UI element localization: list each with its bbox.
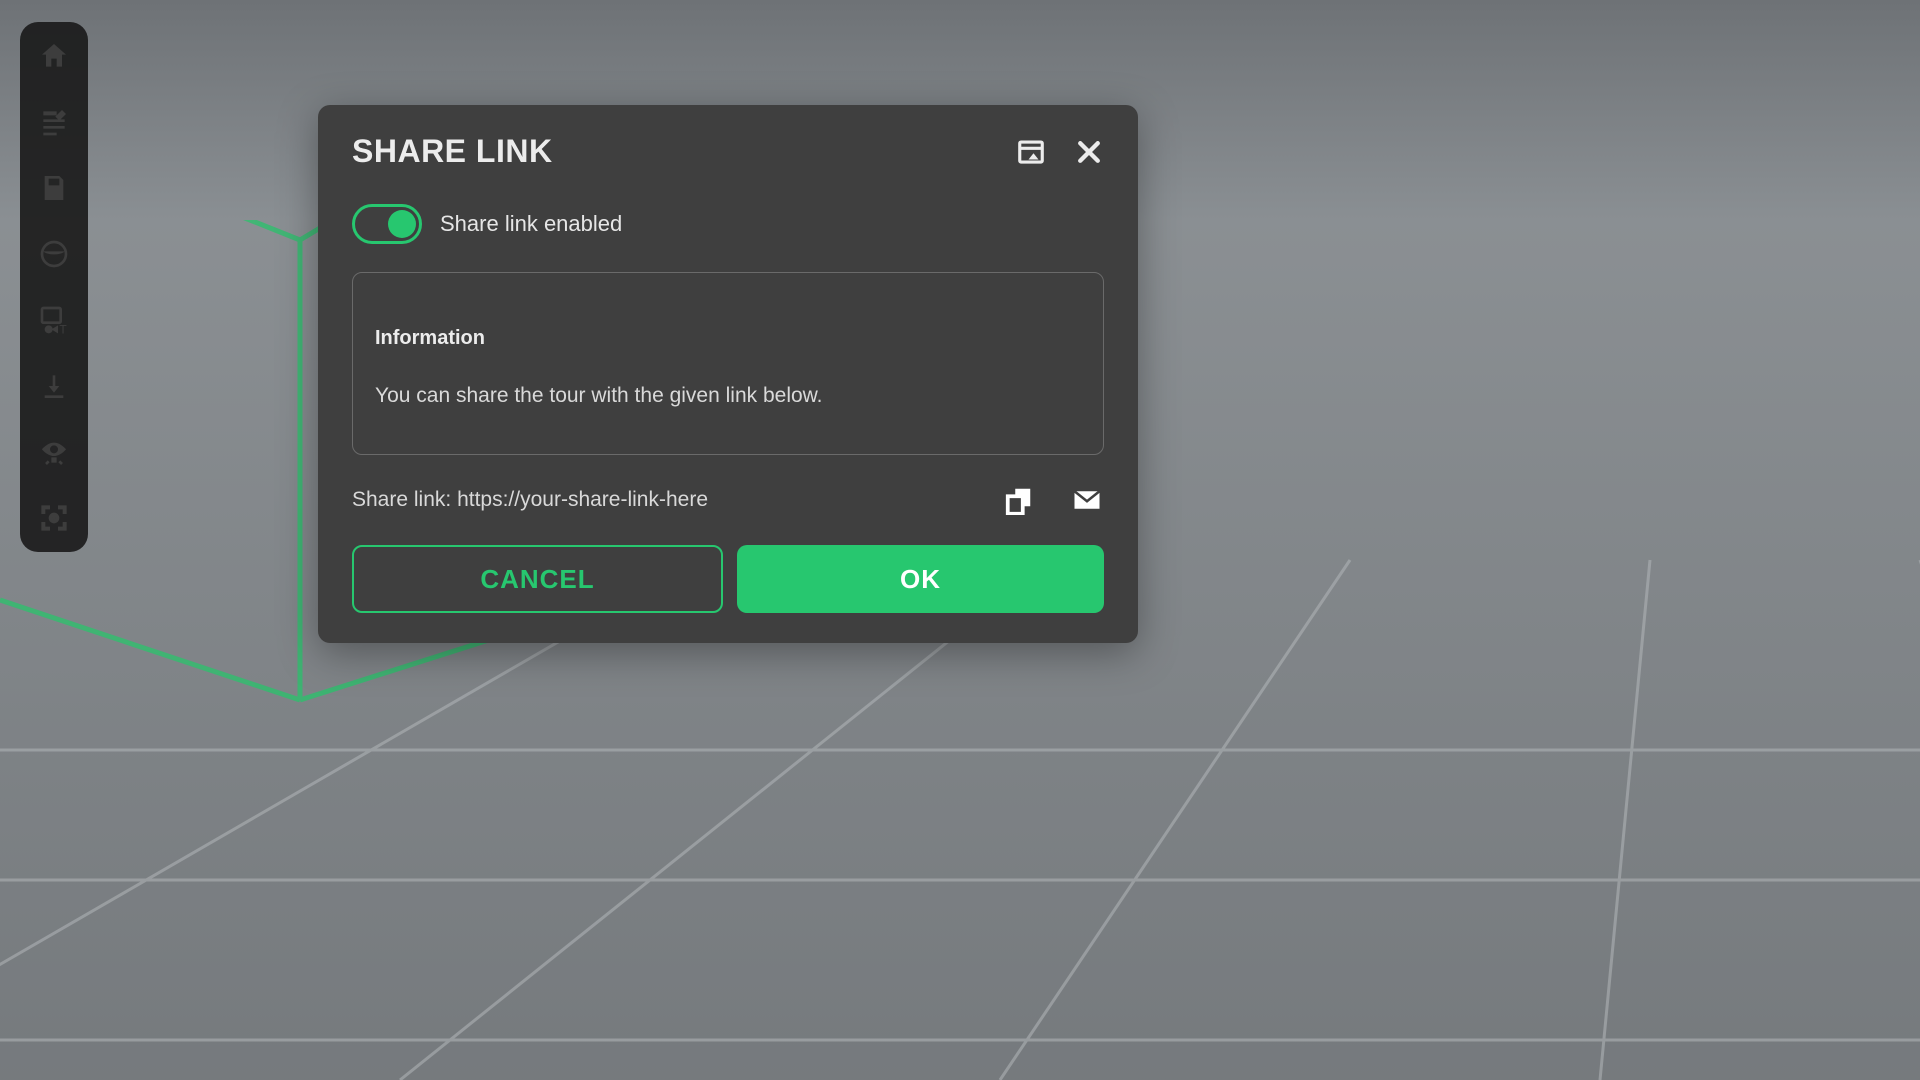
ok-button[interactable]: OK	[737, 545, 1104, 613]
share-link-row: Share link: https://your-share-link-here	[352, 485, 1104, 515]
share-link-actions	[1002, 485, 1104, 515]
media-icon[interactable]: T	[34, 300, 74, 340]
share-link-text: Share link: https://your-share-link-here	[352, 488, 708, 512]
modal-title: SHARE LINK	[352, 133, 553, 170]
share-enabled-row: Share link enabled	[352, 204, 1104, 244]
share-link-modal: SHARE LINK Share link enabled Informatio…	[318, 105, 1138, 643]
close-icon[interactable]	[1074, 137, 1104, 167]
edit-icon[interactable]	[34, 102, 74, 142]
view-icon[interactable]	[34, 432, 74, 472]
modal-button-row: CANCEL OK	[352, 545, 1104, 613]
share-enabled-label: Share link enabled	[440, 211, 622, 237]
info-heading: Information	[375, 327, 1081, 350]
fullscreen-icon[interactable]	[34, 498, 74, 538]
save-icon[interactable]	[34, 168, 74, 208]
modal-header-actions	[1016, 137, 1104, 167]
modal-header: SHARE LINK	[352, 133, 1104, 170]
open-external-icon[interactable]	[1016, 137, 1046, 167]
cancel-button[interactable]: CANCEL	[352, 545, 723, 613]
share-link-url: https://your-share-link-here	[457, 488, 708, 511]
download-icon[interactable]	[34, 366, 74, 406]
toggle-knob	[388, 210, 416, 238]
copy-icon[interactable]	[1002, 485, 1036, 515]
share-link-label: Share link:	[352, 488, 451, 511]
share-enabled-toggle[interactable]	[352, 204, 422, 244]
svg-text:T: T	[59, 322, 67, 336]
home-icon[interactable]	[34, 36, 74, 76]
info-text: You can share the tour with the given li…	[375, 384, 1081, 408]
panorama-icon[interactable]	[34, 234, 74, 274]
sidebar-toolbar: T	[20, 22, 88, 552]
email-icon[interactable]	[1070, 485, 1104, 515]
info-box: Information You can share the tour with …	[352, 272, 1104, 455]
